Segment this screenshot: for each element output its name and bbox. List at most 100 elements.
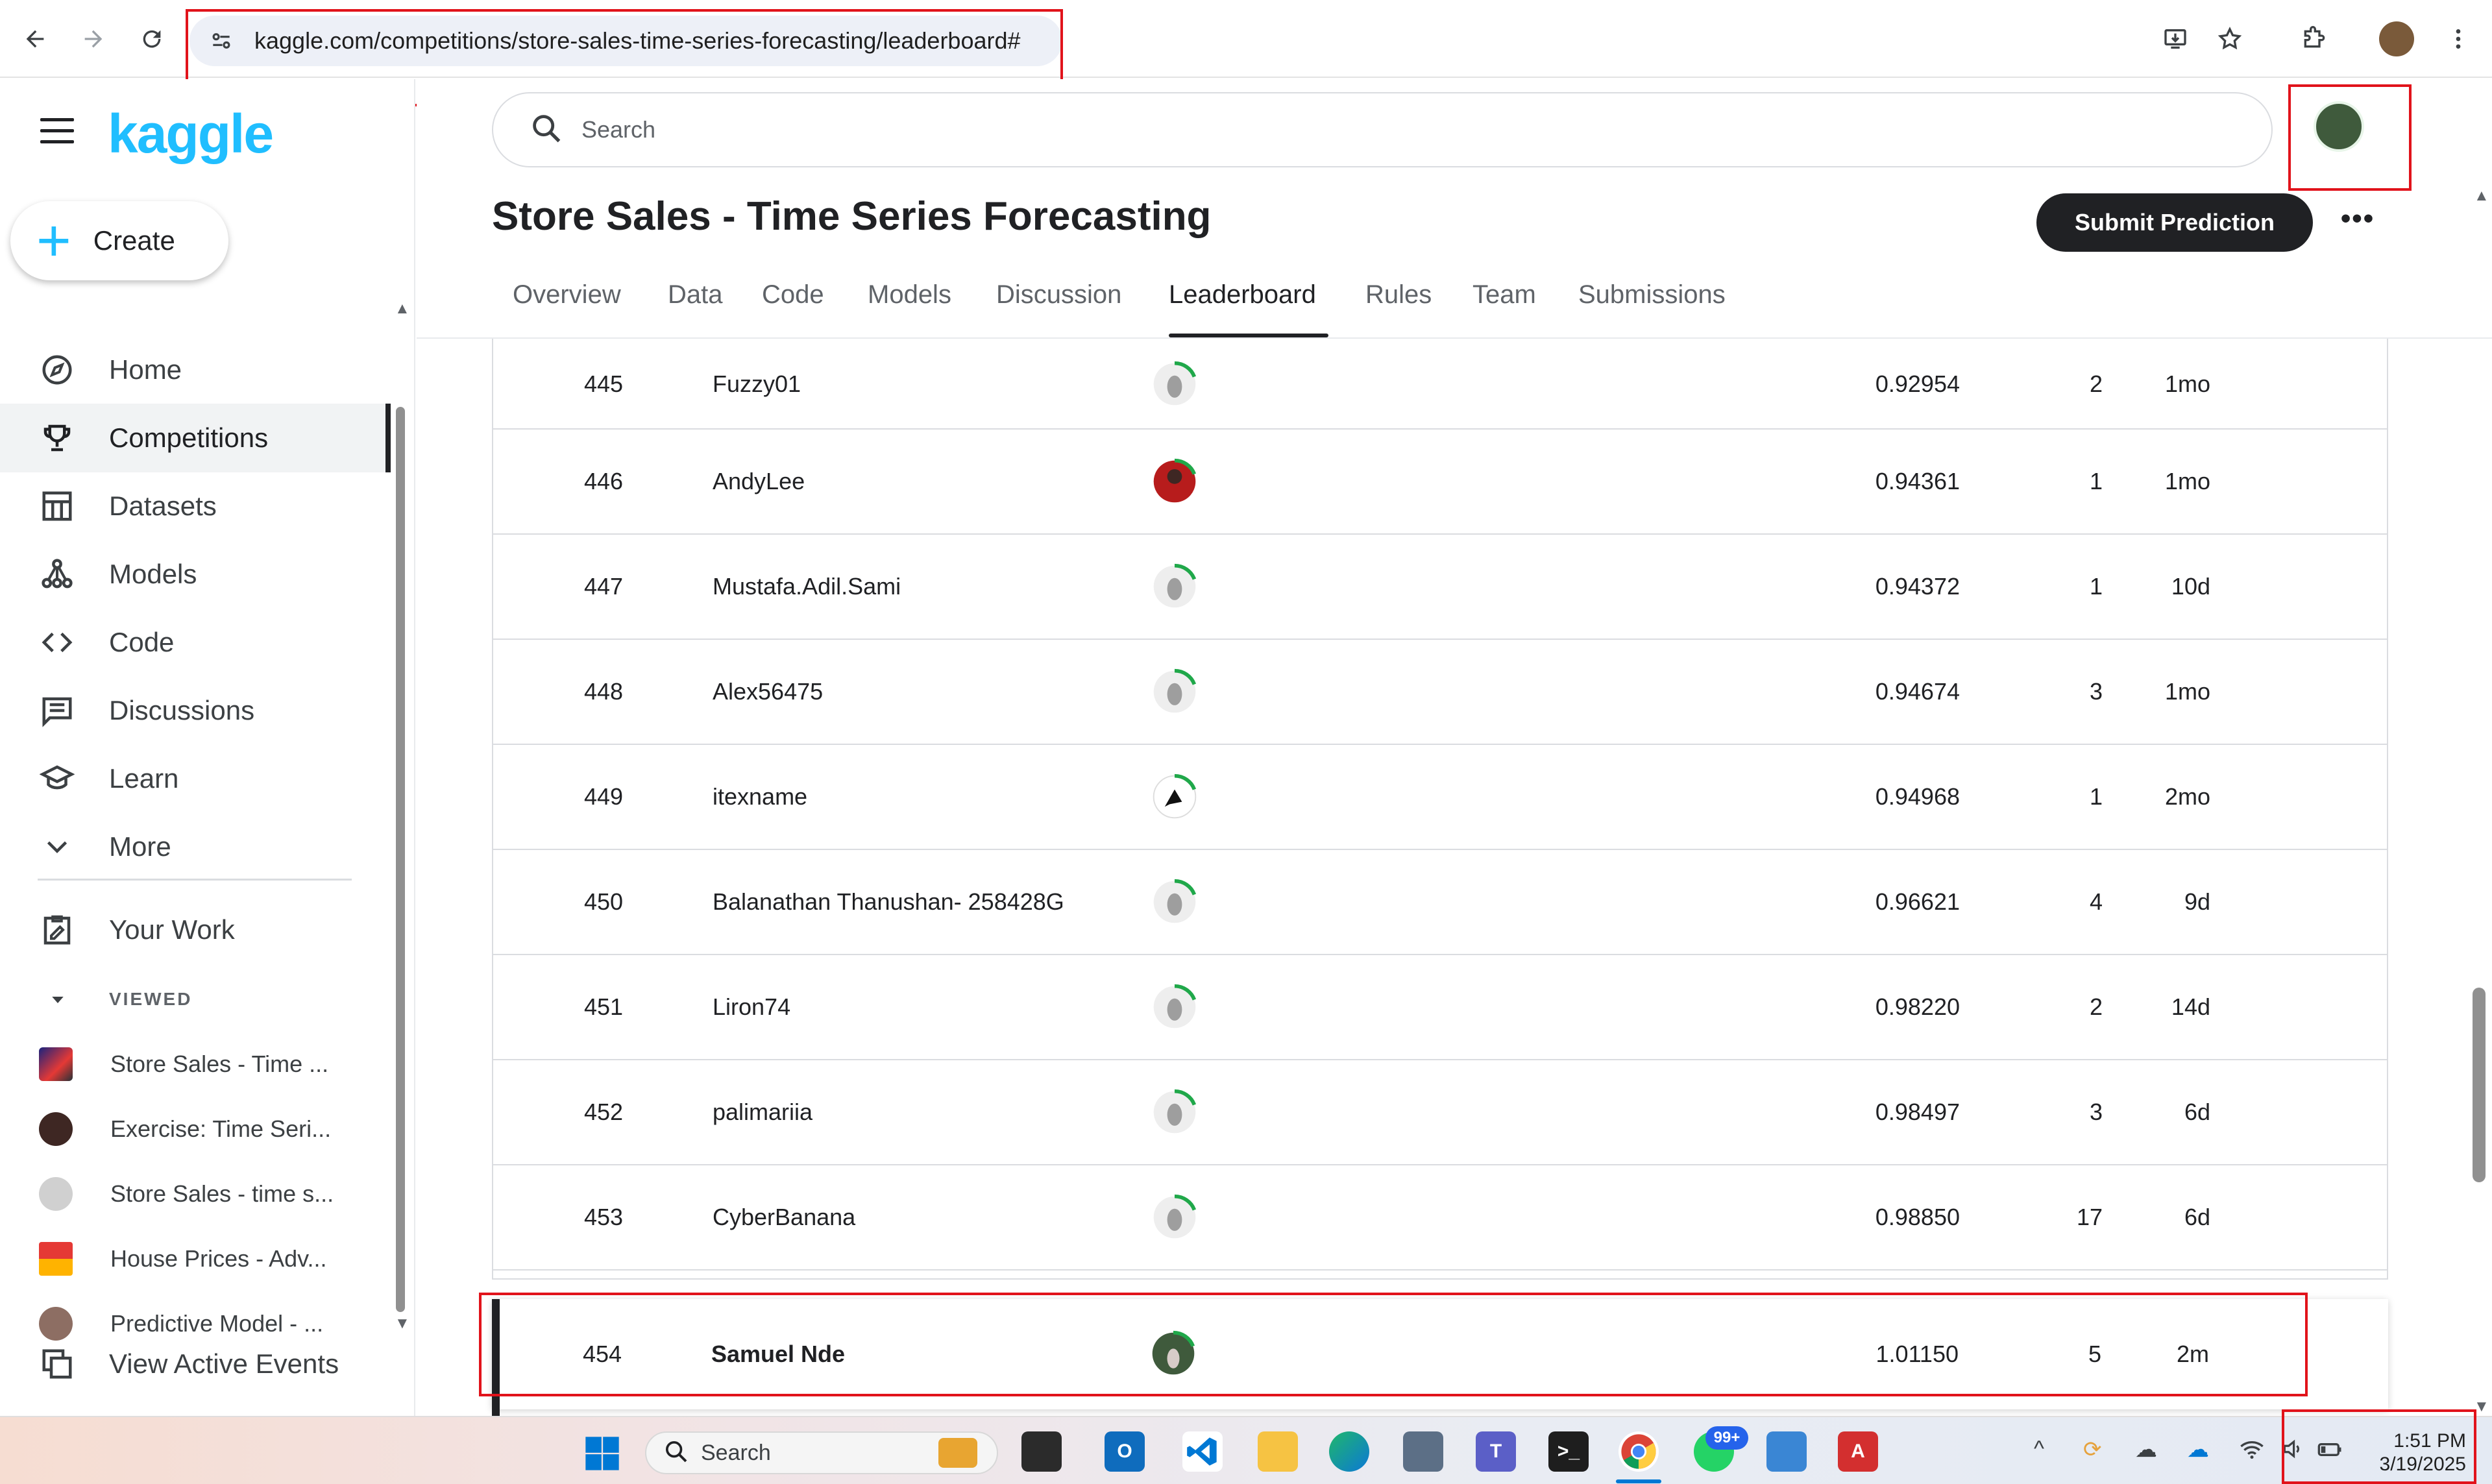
score-cell: 0.98497 xyxy=(1875,1099,1960,1125)
scroll-up-arrow-icon[interactable]: ▲ xyxy=(395,300,410,318)
avatar[interactable] xyxy=(1150,562,1199,611)
score-cell: 0.94361 xyxy=(1875,468,1960,494)
main-scrollbar[interactable] xyxy=(2473,988,2486,1182)
onedrive-icon[interactable]: ☁ xyxy=(2187,1437,2209,1463)
table-row[interactable]: 446 AndyLee 0.94361 1 1mo xyxy=(493,430,2387,535)
kaggle-logo[interactable]: kaggle xyxy=(108,103,274,165)
windows-start-icon[interactable] xyxy=(584,1435,620,1472)
avatar[interactable] xyxy=(1150,877,1199,927)
tab-team[interactable]: Team xyxy=(1472,280,1536,310)
submit-prediction-button[interactable]: Submit Prediction xyxy=(2036,193,2313,252)
table-row[interactable]: 449 itexname 0.94968 1 2mo xyxy=(493,745,2387,850)
scroll-up-arrow-icon[interactable]: ▲ xyxy=(2474,187,2489,205)
last-submission-cell: 1mo xyxy=(2164,468,2210,494)
teams-icon[interactable]: T xyxy=(1476,1431,1516,1472)
forward-icon[interactable] xyxy=(74,19,113,58)
nav-item-code[interactable]: Code xyxy=(0,608,389,677)
team-name-cell[interactable]: CyberBanana xyxy=(713,1165,855,1269)
scroll-down-arrow-icon[interactable]: ▼ xyxy=(395,1315,410,1333)
last-submission-cell: 9d xyxy=(2184,888,2210,915)
chevron-up-icon[interactable]: ^ xyxy=(2034,1437,2044,1462)
team-name-cell[interactable]: itexname xyxy=(713,745,807,849)
hamburger-menu-icon[interactable] xyxy=(40,118,74,144)
menu-icon[interactable] xyxy=(2439,19,2478,58)
avatar[interactable] xyxy=(1150,772,1199,821)
team-name-cell[interactable]: Fuzzy01 xyxy=(713,339,801,430)
calculator-icon[interactable] xyxy=(1403,1431,1443,1472)
install-icon[interactable] xyxy=(2156,19,2195,58)
chrome-icon[interactable] xyxy=(1619,1431,1659,1472)
notepad-icon[interactable] xyxy=(1766,1431,1807,1472)
nav-item-learn[interactable]: Learn xyxy=(0,744,389,813)
avatar[interactable] xyxy=(1150,982,1199,1032)
active-app-indicator xyxy=(1616,1479,1661,1483)
avatar[interactable] xyxy=(1150,1088,1199,1137)
avatar[interactable] xyxy=(1150,359,1199,409)
avatar[interactable] xyxy=(1150,457,1199,506)
taskbar: Search O T >_ 99+ A ^ ⟳ ☁ ☁ 1:51 PM 3/19… xyxy=(0,1416,2492,1484)
viewed-item[interactable]: Store Sales - Time ... xyxy=(39,1038,328,1090)
table-row[interactable]: 453 CyberBanana 0.98850 17 6d xyxy=(493,1165,2387,1271)
table-row[interactable]: 452 palimariia 0.98497 3 6d xyxy=(493,1060,2387,1165)
team-name-cell[interactable]: palimariia xyxy=(713,1060,812,1164)
file-explorer-icon[interactable] xyxy=(1258,1431,1298,1472)
team-name-cell[interactable]: Mustafa.Adil.Sami xyxy=(713,535,901,639)
rank-cell: 453 xyxy=(583,1204,624,1230)
viewed-item-label: House Prices - Adv... xyxy=(110,1245,327,1272)
team-name-cell[interactable]: Balanathan Thanushan- 258428G xyxy=(713,850,1064,954)
wifi-icon[interactable] xyxy=(2239,1437,2265,1468)
cloud-icon[interactable]: ☁ xyxy=(2135,1437,2157,1463)
collapse-viewed-icon[interactable] xyxy=(48,990,67,1013)
table-row[interactable]: 447 Mustafa.Adil.Sami 0.94372 1 10d xyxy=(493,535,2387,640)
team-name-cell[interactable]: Liron74 xyxy=(713,955,790,1059)
nav-item-discussions[interactable]: Discussions xyxy=(0,676,389,745)
table-row[interactable]: 448 Alex56475 0.94674 3 1mo xyxy=(493,640,2387,745)
table-row[interactable]: 451 Liron74 0.98220 2 14d xyxy=(493,955,2387,1060)
table-row[interactable]: 450 Balanathan Thanushan- 258428G 0.9662… xyxy=(493,850,2387,955)
vscode-icon[interactable] xyxy=(1182,1431,1223,1472)
tab-discussion[interactable]: Discussion xyxy=(996,280,1121,310)
outlook-icon[interactable]: O xyxy=(1105,1431,1145,1472)
nav-item-your-work[interactable]: Your Work xyxy=(0,895,389,964)
nav-item-competitions[interactable]: Competitions xyxy=(0,404,389,472)
avatar[interactable] xyxy=(1150,667,1199,716)
team-name-cell[interactable]: AndyLee xyxy=(713,430,805,533)
profile-icon[interactable] xyxy=(2379,21,2414,56)
reload-icon[interactable] xyxy=(132,19,171,58)
team-name-cell[interactable]: Alex56475 xyxy=(713,640,823,744)
sidebar-scrollbar[interactable] xyxy=(396,407,405,1312)
comments-icon xyxy=(38,691,77,730)
tab-overview[interactable]: Overview xyxy=(513,280,621,310)
create-button[interactable]: + Create xyxy=(10,201,228,280)
viewed-item[interactable]: Exercise: Time Seri... xyxy=(39,1103,331,1155)
sync-icon[interactable]: ⟳ xyxy=(2083,1437,2102,1463)
nav-item-home[interactable]: Home xyxy=(0,335,389,404)
acrobat-icon[interactable]: A xyxy=(1838,1431,1878,1472)
viewed-item[interactable]: Store Sales - time s... xyxy=(39,1168,334,1220)
nav-item-more[interactable]: More xyxy=(0,812,389,881)
tab-data[interactable]: Data xyxy=(668,280,723,310)
tab-code[interactable]: Code xyxy=(762,280,824,310)
rank-cell: 449 xyxy=(583,783,624,810)
tab-rules[interactable]: Rules xyxy=(1365,280,1432,310)
avatar[interactable] xyxy=(1150,1193,1199,1242)
search-input[interactable]: Search xyxy=(492,92,2273,167)
nav-item-models[interactable]: Models xyxy=(0,540,389,609)
extensions-icon[interactable] xyxy=(2293,19,2332,58)
terminal-icon[interactable]: >_ xyxy=(1548,1431,1589,1472)
edge-icon[interactable] xyxy=(1329,1431,1369,1472)
tab-models[interactable]: Models xyxy=(868,280,951,310)
nav-item-datasets[interactable]: Datasets xyxy=(0,472,389,541)
bookmark-star-icon[interactable] xyxy=(2210,19,2249,58)
tab-leaderboard[interactable]: Leaderboard xyxy=(1169,280,1316,310)
task-view-icon[interactable] xyxy=(1021,1431,1062,1472)
last-submission-cell: 1mo xyxy=(2164,678,2210,705)
viewed-item[interactable]: House Prices - Adv... xyxy=(39,1233,326,1285)
table-row[interactable]: 445 Fuzzy01 0.92954 2 1mo xyxy=(493,339,2387,430)
tab-submissions[interactable]: Submissions xyxy=(1578,280,1726,310)
taskbar-search[interactable]: Search xyxy=(645,1431,998,1474)
rank-cell: 448 xyxy=(583,678,624,705)
nav-item-active-events[interactable]: View Active Events xyxy=(0,1338,389,1390)
back-icon[interactable] xyxy=(16,19,55,58)
more-options-icon[interactable]: ••• xyxy=(2335,202,2380,241)
